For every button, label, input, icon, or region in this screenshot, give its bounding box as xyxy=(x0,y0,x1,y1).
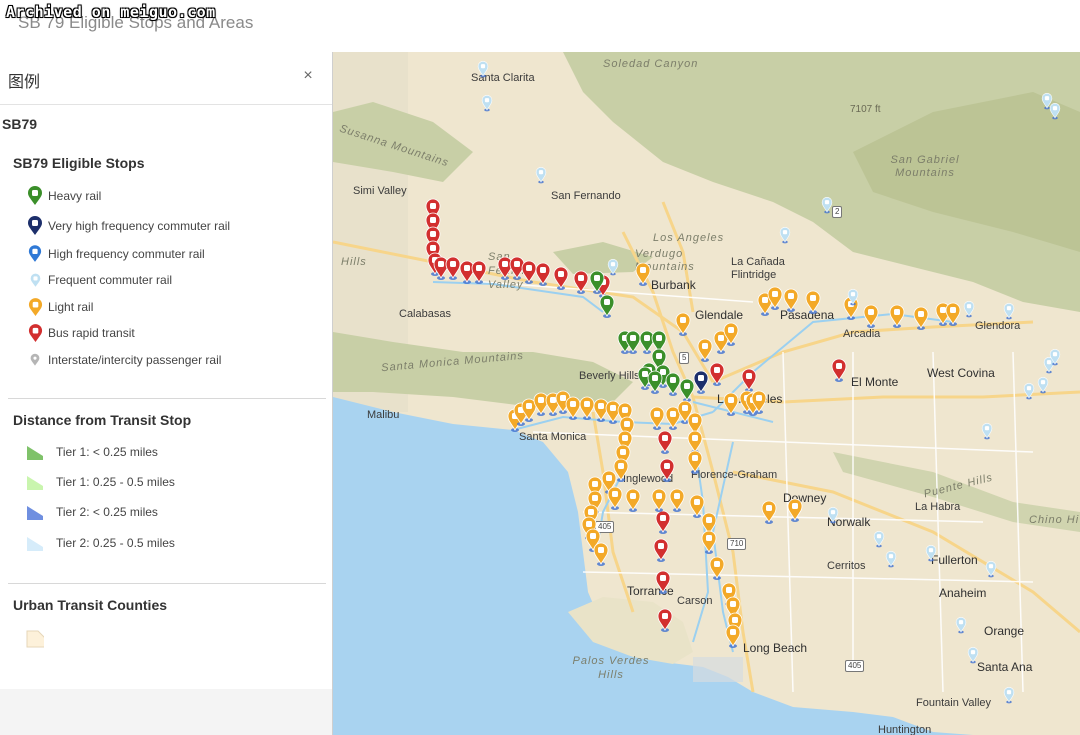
tier-swatch xyxy=(26,502,44,522)
train-icon xyxy=(26,186,44,206)
bus-icon xyxy=(26,323,44,343)
place-label: Santa Clarita xyxy=(471,72,535,84)
route-shield: 2 xyxy=(832,206,843,218)
route-shield: 5 xyxy=(679,352,690,364)
place-label: Huntington xyxy=(878,724,932,735)
tram-icon xyxy=(26,297,44,317)
place-label: Simi Valley xyxy=(353,185,407,197)
legend-item-label: Bus rapid transit xyxy=(48,326,135,340)
place-label: Pasadena xyxy=(780,308,835,322)
app-header: Archived on meiguo.com SB 79 Eligible St… xyxy=(0,0,1080,53)
place-label: West Covina xyxy=(927,366,995,380)
legend-footer xyxy=(0,689,332,735)
legend-item-label: Light rail xyxy=(48,300,94,314)
route-shield: 405 xyxy=(595,521,615,533)
tier-swatch xyxy=(26,442,44,462)
place-label: Beverly Hills xyxy=(579,370,640,382)
place-label: Soledad Canyon xyxy=(603,58,699,70)
place-label: Fountain Valley xyxy=(916,697,992,709)
place-label: San Fernando xyxy=(551,190,621,202)
place-label: Burbank xyxy=(651,278,696,292)
legend-item-label: Tier 2: < 0.25 miles xyxy=(56,505,158,519)
legend-item-tier2-far: Tier 2: 0.25 - 0.5 miles xyxy=(26,533,175,553)
county-swatch xyxy=(26,628,44,648)
legend-group-title-stops: SB79 Eligible Stops xyxy=(13,155,145,171)
legend-panel: 图例 × SB79 SB79 Eligible Stops Heavy rail… xyxy=(0,52,333,735)
legend-item-light-rail: Light rail xyxy=(26,297,93,317)
place-label: Calabasas xyxy=(399,308,451,320)
map-view[interactable]: Santa Clarita Soledad Canyon Susanna Mou… xyxy=(333,52,1080,735)
place-label: Orange xyxy=(984,624,1025,638)
route-shield: 405 xyxy=(845,660,865,672)
place-label: Florence-Graham xyxy=(691,469,778,481)
legend-item-frequent-commuter-rail: Frequent commuter rail xyxy=(26,270,172,290)
tier-swatch xyxy=(26,533,44,553)
legend-item-label: Interstate/intercity passenger rail xyxy=(48,353,222,367)
legend-divider xyxy=(8,583,326,584)
place-label: Santa Ana xyxy=(977,660,1033,674)
legend-item-label: Heavy rail xyxy=(48,189,102,203)
legend-item-label: Frequent commuter rail xyxy=(48,273,173,287)
legend-group-title-distance: Distance from Transit Stop xyxy=(13,412,192,428)
place-label: La Habra xyxy=(915,501,961,513)
place-label: Torrance xyxy=(627,584,674,598)
elevation-label: 7107 ft xyxy=(850,104,881,115)
place-label: Carson xyxy=(677,595,713,607)
legend-title: 图例 xyxy=(8,74,41,91)
place-label: Glendale xyxy=(695,308,744,322)
legend-header: 图例 × xyxy=(0,52,332,105)
legend-item-urban-county xyxy=(26,628,56,648)
legend-item-bus-rapid-transit: Bus rapid transit xyxy=(26,323,135,343)
watermark: Archived on meiguo.com xyxy=(6,3,216,21)
place-label: Santa Monica xyxy=(519,431,587,443)
place-label: Downey xyxy=(783,491,827,505)
place-label: El Monte xyxy=(851,375,899,389)
train-icon xyxy=(26,270,44,290)
legend-item-label: Tier 1: 0.25 - 0.5 miles xyxy=(56,475,175,489)
place-label: Arcadia xyxy=(843,328,881,340)
legend-item-intercity-rail: Interstate/intercity passenger rail xyxy=(26,350,221,370)
legend-item-very-high-frequency-commuter-rail: Very high frequency commuter rail xyxy=(26,216,230,236)
place-label: Anaheim xyxy=(939,586,987,600)
place-label: Malibu xyxy=(367,409,400,421)
place-label: La Cañada Flintridge xyxy=(731,256,785,281)
route-shield: 710 xyxy=(727,538,747,550)
place-label: Long Beach xyxy=(743,641,808,655)
place-label: Palos Verdes Hills xyxy=(572,655,650,681)
pin-icon xyxy=(26,350,44,370)
legend-item-tier2-near: Tier 2: < 0.25 miles xyxy=(26,502,158,522)
legend-item-label: High frequency commuter rail xyxy=(48,247,205,261)
place-label: Cerritos xyxy=(827,560,866,572)
place-label: Los Angeles xyxy=(717,392,783,406)
train-icon xyxy=(26,216,44,236)
place-label: San Fernando Valley xyxy=(488,251,544,291)
legend-item-label: Tier 2: 0.25 - 0.5 miles xyxy=(56,536,175,550)
place-label: Norwalk xyxy=(827,515,871,529)
basemap[interactable] xyxy=(333,52,1080,735)
tier-swatch xyxy=(26,472,44,492)
place-label: Verdugo Mountains xyxy=(635,248,695,273)
place-label: Fullerton xyxy=(931,553,978,567)
place-label: Hills xyxy=(341,256,367,268)
layer-name: SB79 xyxy=(2,116,38,132)
legend-group-title-counties: Urban Transit Counties xyxy=(13,597,168,613)
train-icon xyxy=(26,244,44,264)
legend-divider xyxy=(8,398,326,399)
place-label: Glendora xyxy=(975,320,1021,332)
legend-item-tier1-near: Tier 1: < 0.25 miles xyxy=(26,442,158,462)
legend-item-tier1-far: Tier 1: 0.25 - 0.5 miles xyxy=(26,472,175,492)
place-label: Los Angeles xyxy=(653,232,725,244)
legend-item-label: Very high frequency commuter rail xyxy=(48,219,231,233)
legend-item-label: Tier 1: < 0.25 miles xyxy=(56,445,158,459)
legend-item-heavy-rail: Heavy rail xyxy=(26,186,101,206)
close-legend-button[interactable]: × xyxy=(296,64,320,88)
place-label: Inglewood xyxy=(623,473,674,485)
legend-item-high-frequency-commuter-rail: High frequency commuter rail xyxy=(26,244,205,264)
place-label: San Gabriel Mountains xyxy=(890,154,960,179)
place-label: Chino Hi xyxy=(1029,514,1080,526)
